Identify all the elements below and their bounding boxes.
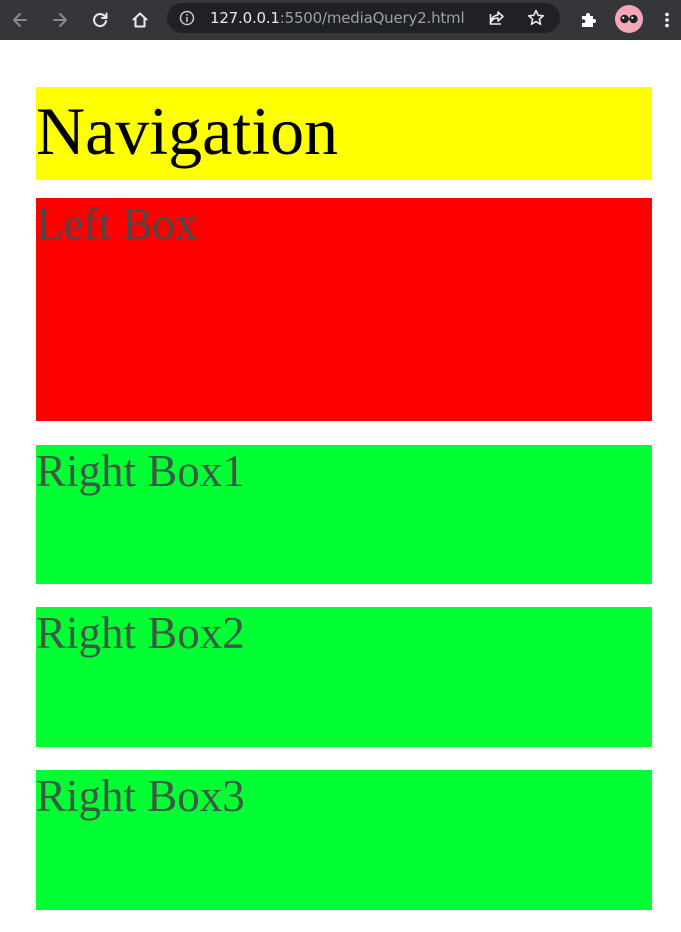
info-icon[interactable] [179, 10, 195, 26]
navigation-box: Navigation [36, 87, 652, 180]
url-host: 127.0.0.1 [210, 9, 280, 27]
star-icon[interactable] [526, 8, 546, 28]
navigation-text: Navigation [36, 93, 339, 169]
arrow-left-icon [13, 13, 27, 27]
right-box-2-text: Right Box2 [36, 608, 245, 658]
extensions-button[interactable] [575, 6, 603, 34]
right-box-3-text: Right Box3 [36, 771, 245, 821]
reload-button[interactable] [86, 6, 114, 34]
avatar[interactable] [615, 5, 643, 33]
right-box-1-text: Right Box1 [36, 446, 245, 496]
url-text[interactable]: 127.0.0.1:5500/mediaQuery2.html [210, 9, 465, 27]
home-button[interactable] [126, 6, 154, 34]
home-icon [132, 12, 148, 28]
right-box-3: Right Box3 [36, 770, 652, 910]
arrow-right-icon [53, 13, 67, 27]
right-box-2: Right Box2 [36, 607, 652, 747]
back-button[interactable] [6, 6, 34, 34]
browser-toolbar: 127.0.0.1:5500/mediaQuery2.html [0, 0, 681, 40]
kebab-menu-icon [665, 12, 669, 28]
puzzle-icon [582, 13, 596, 27]
reload-icon [93, 12, 108, 28]
url-path: :5500/mediaQuery2.html [279, 9, 465, 27]
address-bar[interactable]: 127.0.0.1:5500/mediaQuery2.html [167, 3, 560, 33]
share-icon[interactable] [487, 8, 507, 28]
left-box-text: Left Box [36, 199, 198, 249]
left-box: Left Box [36, 198, 652, 421]
menu-button[interactable] [653, 6, 681, 34]
right-box-1: Right Box1 [36, 445, 652, 584]
profile-glasses-icon [620, 14, 638, 24]
forward-button[interactable] [46, 6, 74, 34]
